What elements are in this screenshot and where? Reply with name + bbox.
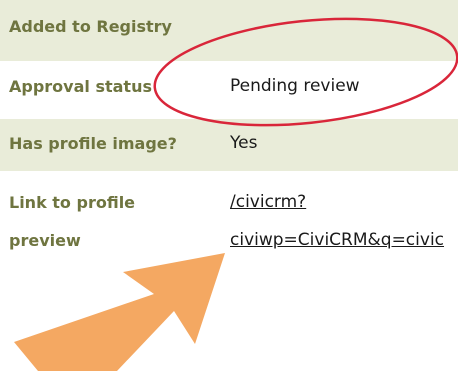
label-has-profile-image: Has profile image?	[9, 134, 177, 153]
value-has-profile-image: Yes	[230, 133, 258, 153]
profile-preview-link-line2[interactable]: civiwp=CiviCRM&q=civic	[230, 230, 444, 250]
row-added-to-registry: Added to Registry	[0, 0, 458, 61]
row-has-profile-image: Has profile image? Yes	[0, 119, 458, 171]
label-link-to-profile-line1: Link to profile	[9, 193, 136, 212]
label-approval-status: Approval status	[9, 77, 152, 96]
value-approval-status: Pending review	[230, 76, 360, 96]
profile-preview-link-line1[interactable]: /civicrm?	[230, 192, 306, 212]
row-link-to-profile-preview: Link to profile preview /civicrm? civiwp…	[0, 171, 458, 272]
label-added-to-registry: Added to Registry	[9, 17, 172, 36]
label-link-to-profile-line2: preview	[9, 231, 81, 250]
row-approval-status: Approval status Pending review	[0, 61, 458, 119]
